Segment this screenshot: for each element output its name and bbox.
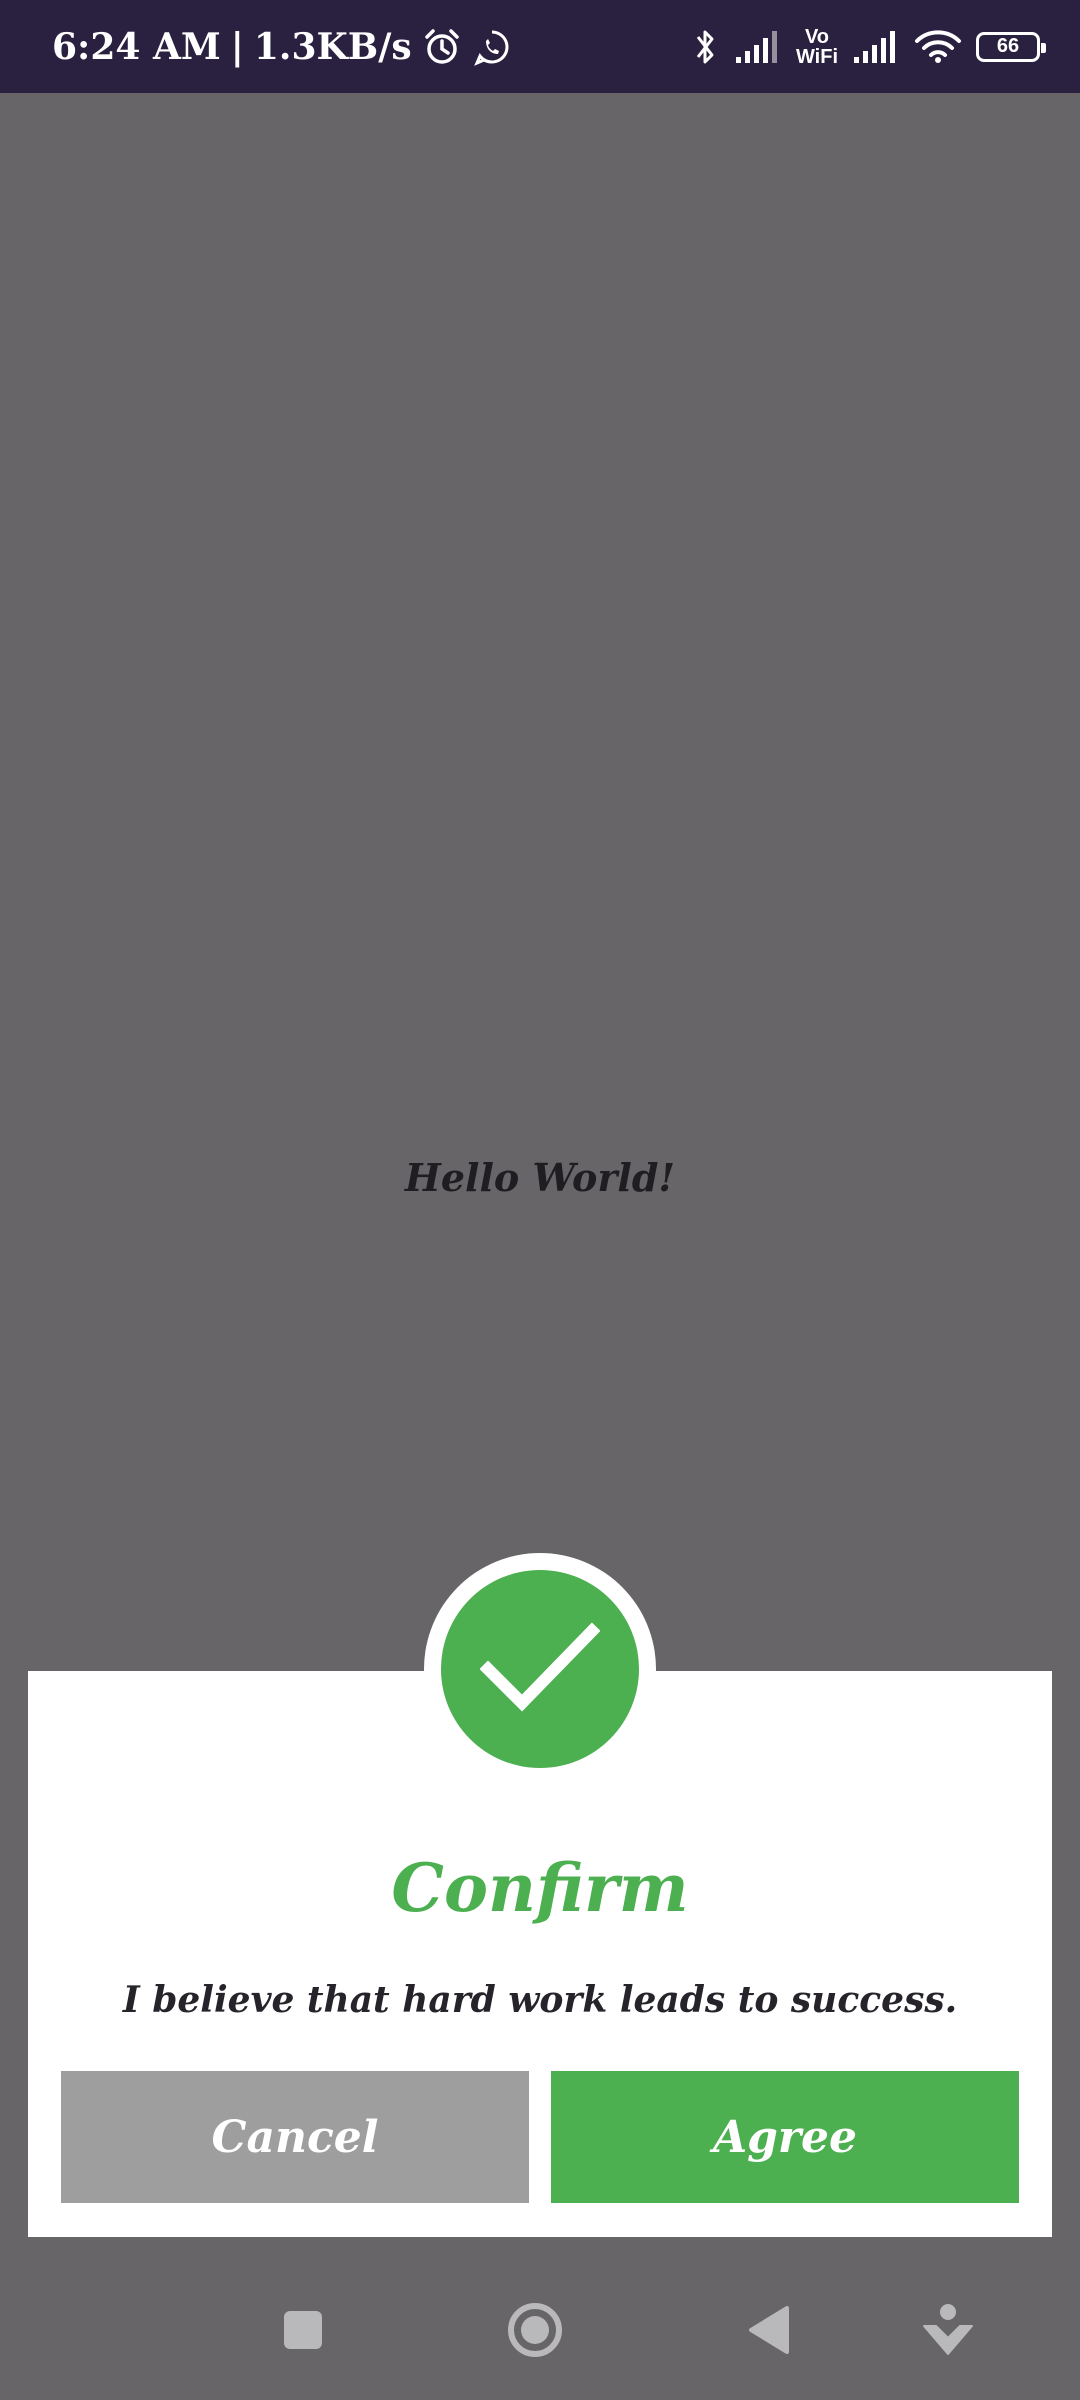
screen: 6:24 AM | 1.3KB/s Vo WiFi 66 Hello World… xyxy=(0,0,1080,2400)
signal-icon xyxy=(734,29,782,65)
bluetooth-icon xyxy=(692,27,720,67)
wifi-icon xyxy=(914,29,962,65)
whatsapp-icon xyxy=(472,27,512,67)
cancel-button[interactable]: Cancel xyxy=(61,2071,529,2203)
hello-world-text: Hello World! xyxy=(404,1155,676,1200)
checkmark-icon xyxy=(441,1570,639,1768)
battery-level: 66 xyxy=(996,35,1020,57)
status-bar: 6:24 AM | 1.3KB/s Vo WiFi 66 xyxy=(0,0,1080,93)
status-right: Vo WiFi 66 xyxy=(692,0,1046,93)
vowifi-bottom-label: WiFi xyxy=(795,45,838,68)
status-network-speed: 1.3KB/s xyxy=(253,25,412,68)
alarm-icon xyxy=(422,27,462,67)
signal-icon xyxy=(852,29,900,65)
back-icon[interactable] xyxy=(724,2260,814,2400)
accessibility-icon[interactable] xyxy=(903,2260,993,2400)
agree-button[interactable]: Agree xyxy=(551,2071,1019,2203)
navigation-bar xyxy=(0,2260,1080,2400)
vowifi-icon: Vo WiFi xyxy=(796,27,838,67)
dialog-message: I believe that hard work leads to succes… xyxy=(122,1979,958,2021)
home-icon[interactable] xyxy=(490,2260,580,2400)
battery-icon: 66 xyxy=(976,31,1046,62)
status-separator: | xyxy=(230,25,244,68)
vowifi-top-label: Vo xyxy=(804,25,830,48)
status-left: 6:24 AM | 1.3KB/s xyxy=(52,0,512,93)
status-time: 6:24 AM xyxy=(52,25,221,68)
recent-apps-icon[interactable] xyxy=(258,2260,348,2400)
dialog-title: Confirm xyxy=(391,1849,689,1927)
